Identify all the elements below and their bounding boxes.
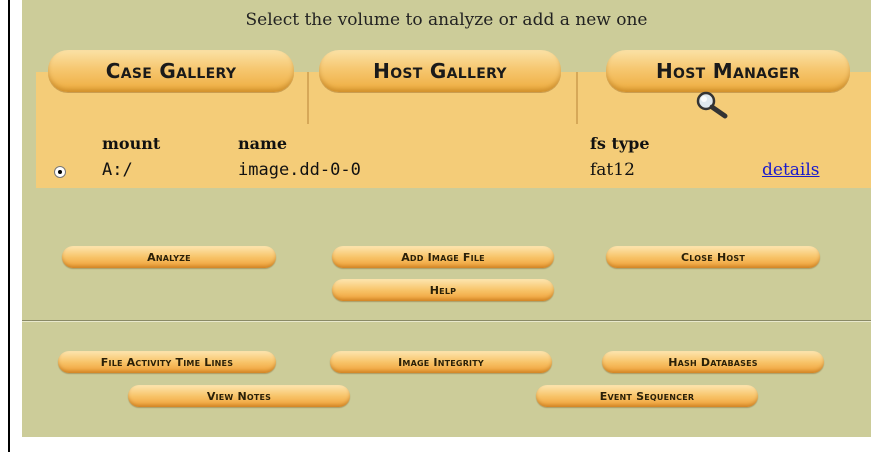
- tab-separator: [307, 72, 309, 124]
- magnifier-icon: [696, 91, 728, 119]
- volume-fs-type: fat12: [590, 160, 635, 180]
- volume-mount: A:/: [102, 160, 133, 180]
- hash-databases-button[interactable]: Hash Databases: [602, 351, 824, 373]
- tab-host-manager[interactable]: Host Manager: [606, 50, 850, 92]
- tab-case-gallery[interactable]: Case Gallery: [48, 50, 294, 92]
- section-divider-highlight: [22, 321, 871, 322]
- view-notes-button[interactable]: View Notes: [128, 385, 350, 407]
- tab-separator: [576, 72, 578, 124]
- close-host-button[interactable]: Close Host: [606, 246, 820, 268]
- tab-host-gallery[interactable]: Host Gallery: [319, 50, 561, 92]
- analyze-button[interactable]: Analyze: [62, 246, 276, 268]
- page-instruction: Select the volume to analyze or add a ne…: [245, 10, 648, 30]
- image-integrity-button[interactable]: Image Integrity: [330, 351, 552, 373]
- event-sequencer-button[interactable]: Event Sequencer: [536, 385, 758, 407]
- volume-table: mount name fs type A:/ image.dd-0-0 fat1…: [36, 124, 871, 188]
- add-image-file-button[interactable]: Add Image File: [332, 246, 554, 268]
- details-link[interactable]: details: [762, 160, 820, 180]
- main-panel: Select the volume to analyze or add a ne…: [22, 0, 871, 437]
- file-activity-timelines-button[interactable]: File Activity Time Lines: [58, 351, 276, 373]
- column-header-name: name: [238, 134, 288, 153]
- volume-name: image.dd-0-0: [238, 160, 361, 180]
- column-header-fs-type: fs type: [590, 134, 650, 153]
- column-header-mount: mount: [102, 134, 161, 153]
- volume-radio-button[interactable]: [54, 166, 66, 178]
- help-button[interactable]: Help: [332, 279, 554, 301]
